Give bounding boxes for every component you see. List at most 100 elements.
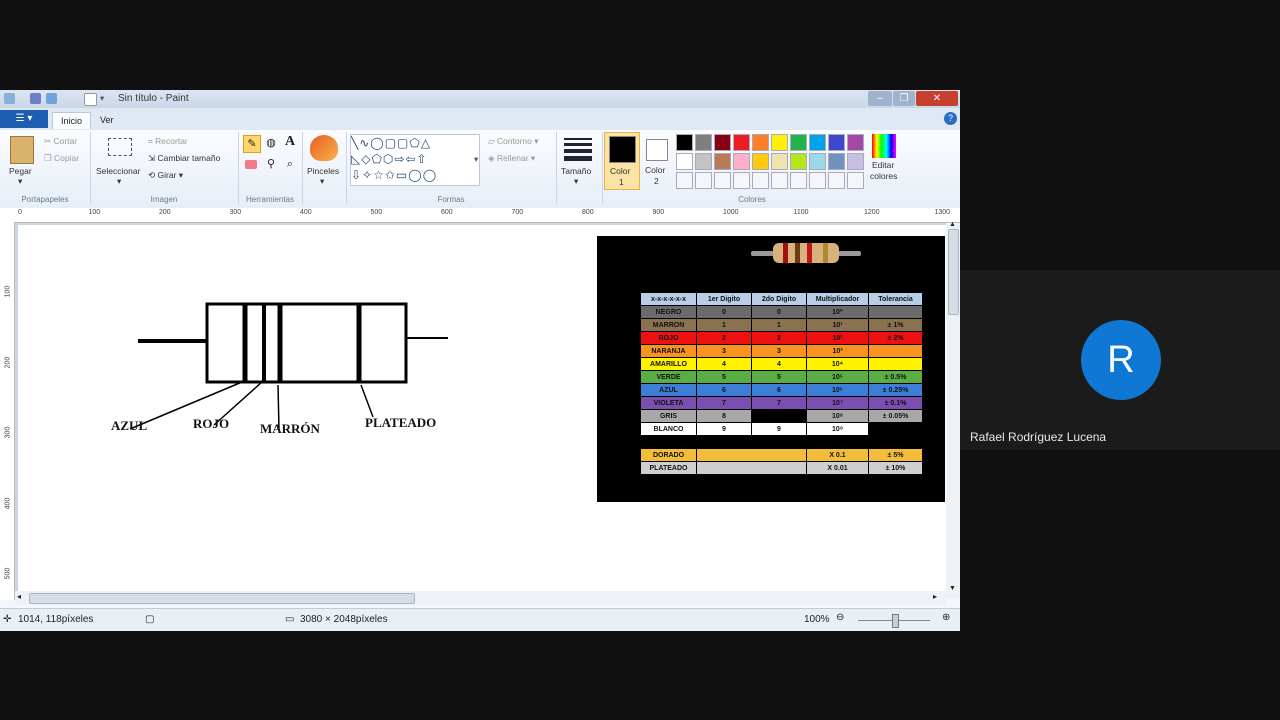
table-row: DORADO X 0.1 ± 5% xyxy=(640,448,923,462)
palette-swatch[interactable] xyxy=(828,172,845,189)
outline-button[interactable]: ▱ Contorno ▾ xyxy=(488,136,539,147)
palette-swatch[interactable] xyxy=(676,172,693,189)
paste-icon[interactable] xyxy=(10,136,34,164)
vertical-scroll-thumb[interactable] xyxy=(948,229,959,315)
table-header-cell: Tolerancia xyxy=(868,292,923,306)
eraser-icon[interactable] xyxy=(245,160,257,169)
palette-swatch[interactable] xyxy=(714,153,731,170)
help-icon[interactable]: ? xyxy=(944,112,957,125)
palette-swatch[interactable] xyxy=(714,134,731,151)
horizontal-scroll-thumb[interactable] xyxy=(29,593,415,604)
ruler-tick-label: 900 xyxy=(652,209,665,216)
color-picker-icon[interactable]: ⚲ xyxy=(264,157,278,171)
cursor-position: 1014, 118píxeles xyxy=(18,614,94,625)
quick-access-dropdown-icon[interactable]: ▾ xyxy=(100,93,104,104)
table-cell-digit2: 7 xyxy=(751,396,807,410)
edit-colors-button-line2[interactable]: colores xyxy=(870,171,897,181)
palette-swatch[interactable] xyxy=(809,172,826,189)
paste-dropdown-icon[interactable]: ▾ xyxy=(18,176,22,187)
edit-colors-icon[interactable] xyxy=(872,134,896,158)
color2-button[interactable]: Color 2 xyxy=(640,132,674,188)
paste-button[interactable]: Pegar xyxy=(9,166,32,176)
scroll-left-icon[interactable]: ◂ xyxy=(17,592,21,601)
palette-swatch[interactable] xyxy=(733,172,750,189)
palette-swatch[interactable] xyxy=(695,172,712,189)
brushes-icon[interactable] xyxy=(310,135,338,161)
palette-swatch[interactable] xyxy=(733,134,750,151)
select-button[interactable]: Seleccionar xyxy=(96,166,140,176)
resize-button[interactable]: ⇲ Cambiar tamaño xyxy=(148,153,220,164)
palette-swatch[interactable] xyxy=(695,134,712,151)
palette-swatch[interactable] xyxy=(714,172,731,189)
drawing-canvas[interactable]: AZUL ROJO MARRÓN PLATEADO x-x-x-x-x-x 1er… xyxy=(18,225,946,598)
zoom-out-button[interactable]: ⊖ xyxy=(836,612,844,623)
palette-swatch[interactable] xyxy=(752,153,769,170)
palette-swatch[interactable] xyxy=(733,153,750,170)
magnifier-icon[interactable]: ⌕ xyxy=(283,157,297,171)
shapes-gallery-scroll-icon[interactable]: ▾ xyxy=(474,154,478,165)
table-row: ROJO 2 2 10² ± 2% xyxy=(640,331,923,345)
fill-bucket-icon[interactable]: ◍ xyxy=(263,135,279,151)
table-row: AZUL 6 6 10⁶ ± 0.25% xyxy=(640,383,923,397)
palette-swatch[interactable] xyxy=(809,153,826,170)
undo-icon[interactable] xyxy=(46,93,57,104)
ruler-tick-label: 600 xyxy=(441,209,453,216)
palette-swatch[interactable] xyxy=(847,134,864,151)
select-icon[interactable] xyxy=(108,138,132,156)
table-cell-name: DORADO xyxy=(640,448,697,462)
palette-swatch[interactable] xyxy=(790,134,807,151)
size-dropdown-icon[interactable]: ▾ xyxy=(574,176,578,187)
close-button[interactable]: ✕ xyxy=(916,91,958,106)
palette-swatch[interactable] xyxy=(790,153,807,170)
color-code-table: x-x-x-x-x-x 1er Digito 2do Digito Multiplic… xyxy=(640,292,923,475)
palette-swatch[interactable] xyxy=(790,172,807,189)
rotate-button[interactable]: ⟲ Girar ▾ xyxy=(148,170,183,181)
crop-button[interactable]: ⌗ Recortar xyxy=(148,136,188,147)
brushes-button[interactable]: Pinceles xyxy=(307,166,339,176)
copy-button[interactable]: ❐ Copiar xyxy=(44,153,79,164)
palette-swatch[interactable] xyxy=(695,153,712,170)
canvas-size-icon: ▭ xyxy=(285,614,295,625)
tab-inicio[interactable]: Inicio xyxy=(52,112,92,129)
cut-button[interactable]: ✂ Cortar xyxy=(44,136,77,147)
scroll-down-icon[interactable]: ▼ xyxy=(949,585,956,592)
palette-swatch[interactable] xyxy=(771,134,788,151)
brushes-dropdown-icon[interactable]: ▾ xyxy=(320,176,324,187)
select-dropdown-icon[interactable]: ▾ xyxy=(117,176,121,187)
palette-swatch[interactable] xyxy=(847,172,864,189)
palette-swatch[interactable] xyxy=(676,153,693,170)
new-file-icon[interactable] xyxy=(84,93,97,106)
ruler-tick-label: 500 xyxy=(4,567,12,580)
fill-button[interactable]: ◈ Rellenar ▾ xyxy=(488,153,535,164)
palette-swatch[interactable] xyxy=(676,134,693,151)
pencil-icon[interactable]: ✎ xyxy=(243,135,261,153)
maximize-button[interactable]: ❐ xyxy=(893,91,915,106)
minimize-button[interactable]: ‒ xyxy=(868,91,892,106)
text-tool-icon[interactable]: A xyxy=(282,134,298,150)
palette-swatch[interactable] xyxy=(847,153,864,170)
save-icon[interactable] xyxy=(30,93,41,104)
palette-swatch[interactable] xyxy=(809,134,826,151)
table-spacer-cell xyxy=(640,435,923,449)
label-plateado: PLATEADO xyxy=(365,415,437,430)
palette-swatch[interactable] xyxy=(752,134,769,151)
tab-ver[interactable]: Ver xyxy=(92,112,122,128)
zoom-slider-thumb[interactable] xyxy=(892,614,899,628)
shapes-gallery[interactable]: ╲∿◯▢▢⬠△ ◺◇⬠⬡⇨⇦⇧ ⇩✧☆✩▭◯◯ xyxy=(350,134,480,186)
zoom-in-button[interactable]: ⊕ xyxy=(942,612,950,623)
color1-button[interactable]: Color 1 xyxy=(604,132,640,190)
horizontal-scrollbar[interactable]: ◂ ▸ xyxy=(15,591,946,605)
scroll-right-icon[interactable]: ▸ xyxy=(933,592,937,601)
edit-colors-button[interactable]: Editar xyxy=(872,160,894,170)
line-size-icon[interactable] xyxy=(564,138,592,161)
palette-swatch[interactable] xyxy=(828,153,845,170)
size-button[interactable]: Tamaño xyxy=(561,166,591,176)
scroll-up-icon[interactable]: ▲ xyxy=(949,221,956,228)
palette-swatch[interactable] xyxy=(771,172,788,189)
palette-swatch[interactable] xyxy=(771,153,788,170)
table-cell-name: MARRON xyxy=(640,318,697,332)
palette-swatch[interactable] xyxy=(752,172,769,189)
file-menu-button[interactable]: ☰ ▾ xyxy=(0,110,48,128)
palette-swatch[interactable] xyxy=(828,134,845,151)
vertical-scrollbar[interactable]: ▲ ▼ xyxy=(946,221,960,598)
